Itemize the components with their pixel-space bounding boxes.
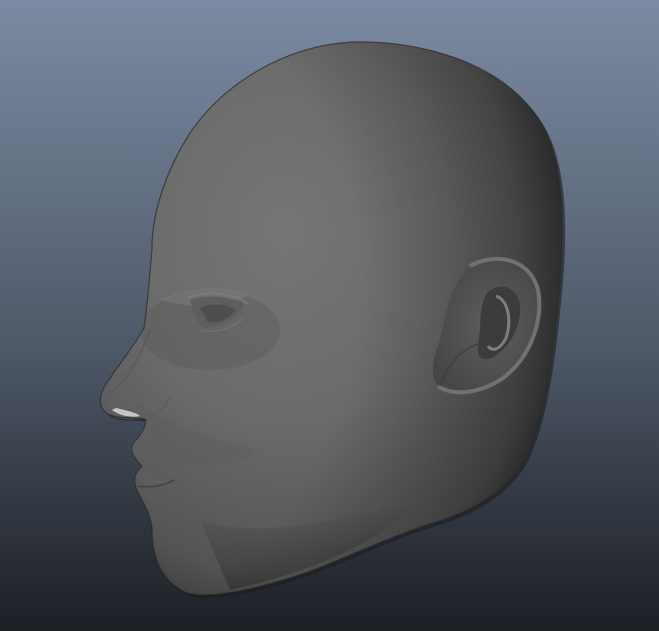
3d-viewport[interactable] xyxy=(0,0,659,631)
viewport-canvas[interactable] xyxy=(0,0,659,631)
